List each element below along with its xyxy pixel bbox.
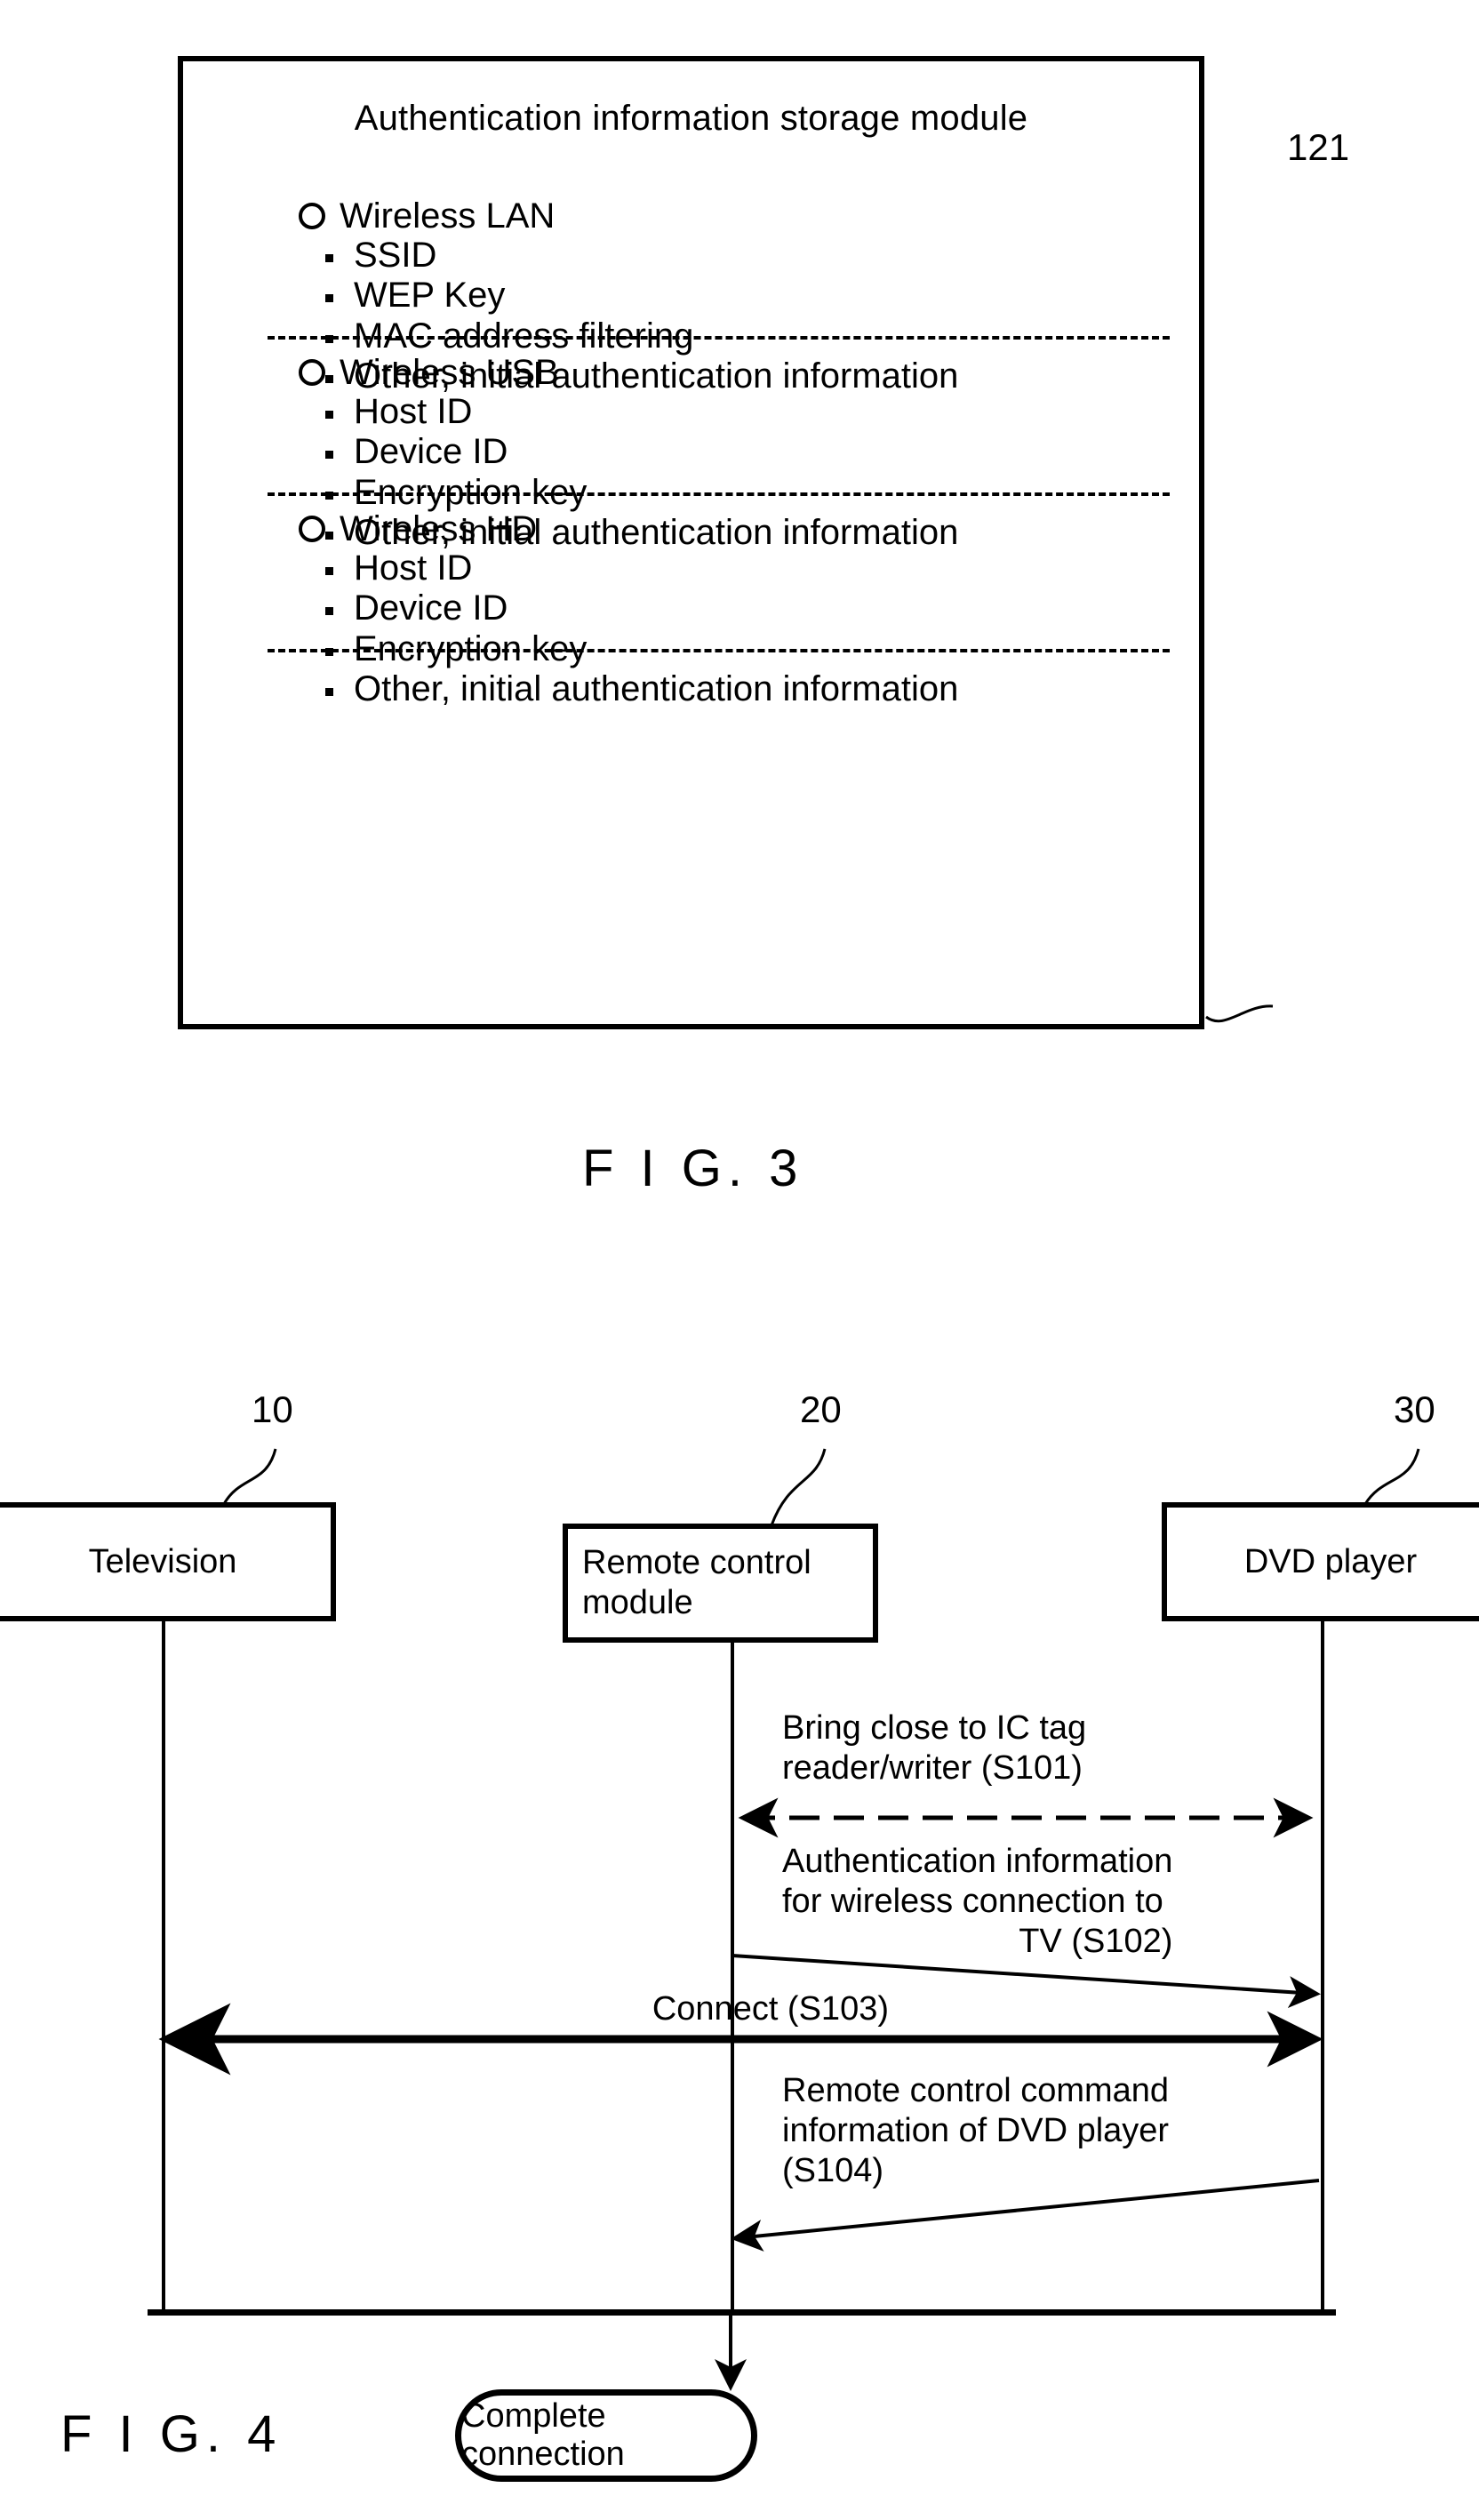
dot-bullet-icon <box>325 566 333 575</box>
reference-number-121: 121 <box>1287 126 1350 168</box>
list-item: Host ID <box>299 392 1187 432</box>
reference-number-30: 30 <box>1394 1388 1435 1430</box>
patent-figure-page: Authentication information storage modul… <box>0 0 1479 2520</box>
leader-line-30 <box>1363 1448 1420 1505</box>
message-line: information of DVD player <box>782 2112 1170 2150</box>
terminator-label: Complete connection <box>461 2397 625 2473</box>
list-item-label: SSID <box>354 236 437 275</box>
list-item-label: Host ID <box>354 392 473 431</box>
reference-number-10: 10 <box>252 1388 293 1430</box>
leader-line-121 <box>1205 1004 1274 1023</box>
actor-label-television: Television <box>88 1542 237 1580</box>
message-line: Authentication information <box>782 1843 1173 1880</box>
circle-bullet-icon <box>299 516 325 542</box>
group-wireless-lan-label: Wireless LAN <box>340 196 556 236</box>
actor-box-dvd-player: DVD player <box>1162 1502 1479 1621</box>
leader-line-20 <box>770 1448 827 1526</box>
list-item: Other, initial authentication informatio… <box>299 669 1187 709</box>
list-item-label: Device ID <box>354 432 508 472</box>
group-wireless-lan-heading: Wireless LAN <box>299 196 1187 236</box>
actor-box-remote-control-module: Remote control module <box>563 1524 878 1643</box>
terminator-complete-connection: Complete connection <box>455 2389 757 2482</box>
list-item: WEP Key <box>299 276 1187 316</box>
figure-4-caption: F I G. 4 <box>60 2405 283 2463</box>
leader-line-10 <box>222 1448 277 1505</box>
group-wireless-hd-label: Wireless HD <box>340 509 538 548</box>
list-item-label: Device ID <box>354 588 508 628</box>
lifeline-television <box>162 1621 165 2311</box>
group-divider <box>268 336 1170 340</box>
list-item: Device ID <box>299 432 1187 472</box>
message-line: TV (S102) <box>1019 1923 1173 1961</box>
group-wireless-hd-heading: Wireless HD <box>299 509 1187 548</box>
circle-bullet-icon <box>299 359 325 386</box>
list-item-label: Other, initial authentication informatio… <box>354 669 959 709</box>
list-item-label: Host ID <box>354 548 473 588</box>
lifeline-remote-control-module <box>731 1643 734 2311</box>
figure-3-caption: F I G. 3 <box>582 1140 804 1197</box>
message-label-s104: Remote control command information of DV… <box>782 2071 1169 2192</box>
reference-number-20: 20 <box>800 1388 842 1430</box>
dot-bullet-icon <box>325 253 333 262</box>
dot-bullet-icon <box>325 410 333 419</box>
actor-box-television: Television <box>0 1502 336 1621</box>
group-wireless-hd: Wireless HD Host ID Device ID Encryption… <box>299 509 1187 710</box>
authentication-storage-module-box: Authentication information storage modul… <box>178 56 1204 1029</box>
message-label-s102: Authentication information for wireless … <box>782 1842 1172 1963</box>
dot-bullet-icon <box>325 607 333 616</box>
actor-label-remote-control-module: Remote control module <box>582 1544 811 1621</box>
list-item: SSID <box>299 236 1187 276</box>
message-line: Remote control command <box>782 2072 1170 2109</box>
message-line: reader/writer (S101) <box>782 1749 1083 1788</box>
message-line: Connect (S103) <box>652 1990 889 2028</box>
lifeline-dvd-player <box>1321 1620 1324 2311</box>
dot-bullet-icon <box>325 294 333 303</box>
dot-bullet-icon <box>325 451 333 460</box>
group-wireless-usb-heading: Wireless USB <box>299 353 1187 392</box>
actor-label-dvd-player: DVD player <box>1243 1542 1418 1580</box>
fig3-box-title: Authentication information storage modul… <box>354 99 1028 138</box>
group-divider <box>268 649 1170 652</box>
group-divider <box>268 492 1170 496</box>
message-label-s103: Connect (S103) <box>652 1989 889 2029</box>
circle-bullet-icon <box>299 203 325 229</box>
message-line: Bring close to IC tag <box>782 1709 1087 1747</box>
list-item-label: WEP Key <box>354 276 506 316</box>
message-line: for wireless connection to <box>782 1883 1163 1921</box>
list-item: Device ID <box>299 588 1187 628</box>
figure4-bottom-rule <box>148 2309 1336 2316</box>
group-wireless-hd-items: Host ID Device ID Encryption key Other, … <box>299 548 1187 710</box>
dot-bullet-icon <box>325 687 333 696</box>
group-wireless-usb-label: Wireless USB <box>340 353 559 392</box>
message-line: (S104) <box>782 2152 884 2190</box>
message-label-s101: Bring close to IC tag reader/writer (S10… <box>782 1708 1086 1788</box>
list-item: Host ID <box>299 548 1187 588</box>
